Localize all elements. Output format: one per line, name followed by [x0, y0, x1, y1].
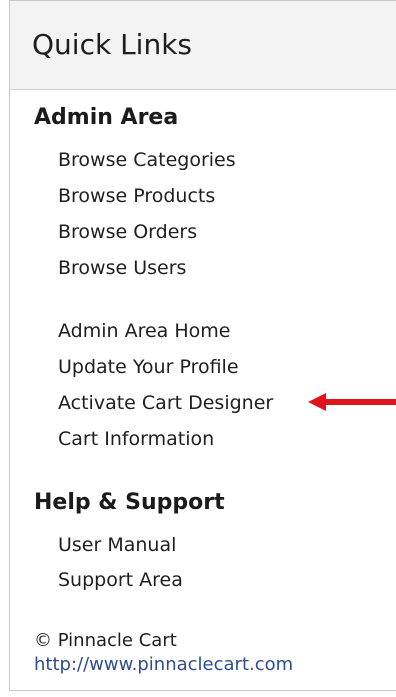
link-cart-information[interactable]: Cart Information: [58, 427, 214, 451]
footer-copyright: © Pinnacle Cart: [34, 630, 177, 651]
link-browse-orders[interactable]: Browse Orders: [58, 220, 197, 244]
link-activate-cart-designer[interactable]: Activate Cart Designer: [58, 391, 273, 415]
link-support-area[interactable]: Support Area: [58, 568, 183, 592]
panel-title: Quick Links: [32, 28, 193, 61]
link-update-your-profile[interactable]: Update Your Profile: [58, 355, 239, 379]
link-browse-categories[interactable]: Browse Categories: [58, 148, 236, 172]
link-admin-area-home[interactable]: Admin Area Home: [58, 319, 230, 343]
section-title-admin-area: Admin Area: [34, 105, 179, 130]
quick-links-header: Quick Links: [10, 1, 396, 90]
link-user-manual[interactable]: User Manual: [58, 533, 176, 557]
link-browse-products[interactable]: Browse Products: [58, 184, 215, 208]
link-browse-users[interactable]: Browse Users: [58, 256, 186, 280]
section-title-help-support: Help & Support: [34, 490, 225, 515]
footer-url-link[interactable]: http://www.pinnaclecart.com: [34, 654, 293, 676]
quick-links-panel: Quick Links Admin Area Browse Categories…: [9, 0, 396, 691]
